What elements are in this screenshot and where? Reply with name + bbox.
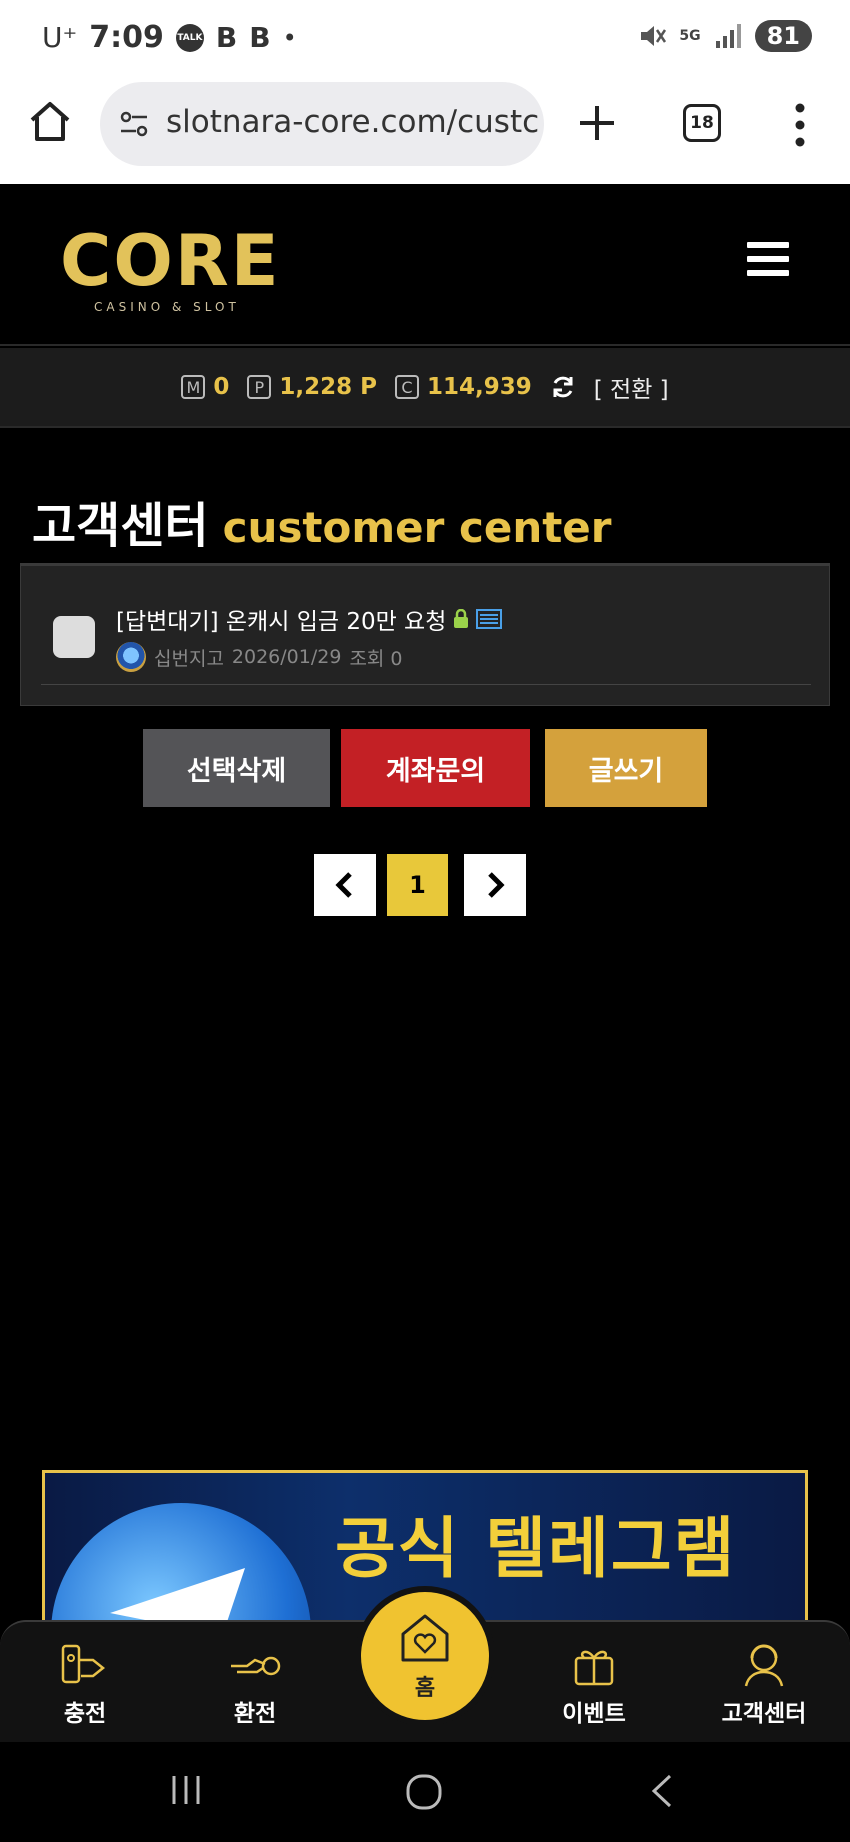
charge-icon [61,1644,106,1684]
point-icon: P [247,375,272,399]
home-heart-icon [401,1614,449,1662]
write-post-button[interactable]: 글쓰기 [545,729,707,807]
address-bar[interactable]: slotnara-core.com/custc [100,82,544,166]
money-icon: M [181,375,206,399]
post-views: 조회 0 [349,647,403,670]
gift-icon [574,1650,614,1686]
logo-subtitle: CASINO & SLOT [94,300,240,314]
network-5g-icon: 5G [679,28,701,44]
system-nav-bar [0,1742,850,1842]
back-icon[interactable] [648,1772,676,1810]
delete-selected-button[interactable]: 선택삭제 [143,729,330,807]
logo-text: CORE [60,220,281,302]
point-value: 1,228 P [279,374,377,400]
casino-balance: C 114,939 [394,374,532,400]
money-value: 0 [213,374,230,400]
post-date: 2026/01/29 [231,646,342,668]
nav-event-label: 이벤트 [562,1701,626,1727]
account-inquiry-button[interactable]: 계좌문의 [341,729,530,807]
new-tab-icon[interactable] [576,102,618,144]
mute-icon [641,26,667,46]
b-app-icon: B [215,21,238,54]
refresh-icon[interactable] [550,374,576,400]
nav-exchange[interactable]: 환전 [195,1638,315,1728]
system-home-icon[interactable] [404,1772,444,1812]
kakaotalk-icon: TALK [175,23,204,52]
next-page-button[interactable] [464,854,526,916]
point-balance: P 1,228 P [247,374,377,400]
more-notifications-icon: • [282,23,297,52]
convert-button[interactable]: [ 전환 ] [594,370,669,404]
page-title-english: customer center [222,503,612,552]
page-title: 고객센터 customer center [32,486,612,556]
post-meta: 십번지고 2026/01/29 조회 0 [116,642,403,672]
chevron-right-icon [488,872,505,898]
carrier-label: U⁺ [42,21,78,54]
nav-support-label: 고객센터 [721,1701,807,1727]
row-divider [41,684,811,685]
post-checkbox[interactable] [53,616,95,658]
nav-charge[interactable]: 충전 [25,1638,145,1728]
prev-page-button[interactable] [314,854,376,916]
nav-support[interactable]: 고객센터 [704,1638,824,1728]
nav-charge-label: 충전 [63,1701,107,1727]
casino-icon: C [394,375,419,399]
chevron-left-icon [335,872,352,898]
post-title-link[interactable]: [답변대기] 온캐시 입금 20만 요청 [116,602,503,636]
nav-event[interactable]: 이벤트 [534,1638,654,1728]
page-number-current[interactable]: 1 [387,854,448,916]
b-app-icon-2: B [249,21,271,54]
site-logo[interactable]: CORE CASINO & SLOT [60,226,281,314]
money-balance: M 0 [181,374,229,400]
banner-text: 공식 텔레그램 [335,1510,737,1587]
browser-home-icon[interactable] [26,98,74,146]
points-bar: M 0 P 1,228 P C 114,939 [ 전환 ] [0,348,850,428]
url-text: slotnara-core.com/custc [166,104,538,140]
lock-icon [454,609,469,628]
more-menu-icon[interactable] [790,102,810,148]
author-avatar [116,642,146,672]
exchange-icon [231,1656,281,1676]
page-title-korean: 고객센터 [32,498,209,554]
tab-switcher-button[interactable]: 18 [683,104,721,142]
headset-icon [744,1644,784,1687]
recent-apps-icon[interactable] [168,1772,204,1808]
post-author: 십번지고 [154,647,224,670]
status-left: U⁺ 7:09 TALK B B • [42,20,297,55]
nav-home-button[interactable]: 홈 [355,1586,495,1726]
browser-toolbar: slotnara-core.com/custc 18 [0,80,850,184]
signal-icon [715,24,741,48]
status-bar: U⁺ 7:09 TALK B B • 5G 81 [0,0,850,80]
post-list: [답변대기] 온캐시 입금 20만 요청 십번지고 2026/01/29 조회 … [20,563,830,706]
site-settings-icon[interactable] [118,108,150,140]
nav-home-label: 홈 [414,1676,436,1701]
site-header: CORE CASINO & SLOT [0,184,850,346]
nav-exchange-label: 환전 [233,1701,277,1727]
clock: 7:09 [89,20,164,55]
post-title: [답변대기] 온캐시 입금 20만 요청 [116,609,447,635]
hamburger-menu-icon[interactable] [747,242,789,280]
status-right: 5G 81 [637,20,812,52]
list-attachment-icon [476,609,503,629]
casino-value: 114,939 [426,374,532,400]
battery-indicator: 81 [754,20,812,52]
